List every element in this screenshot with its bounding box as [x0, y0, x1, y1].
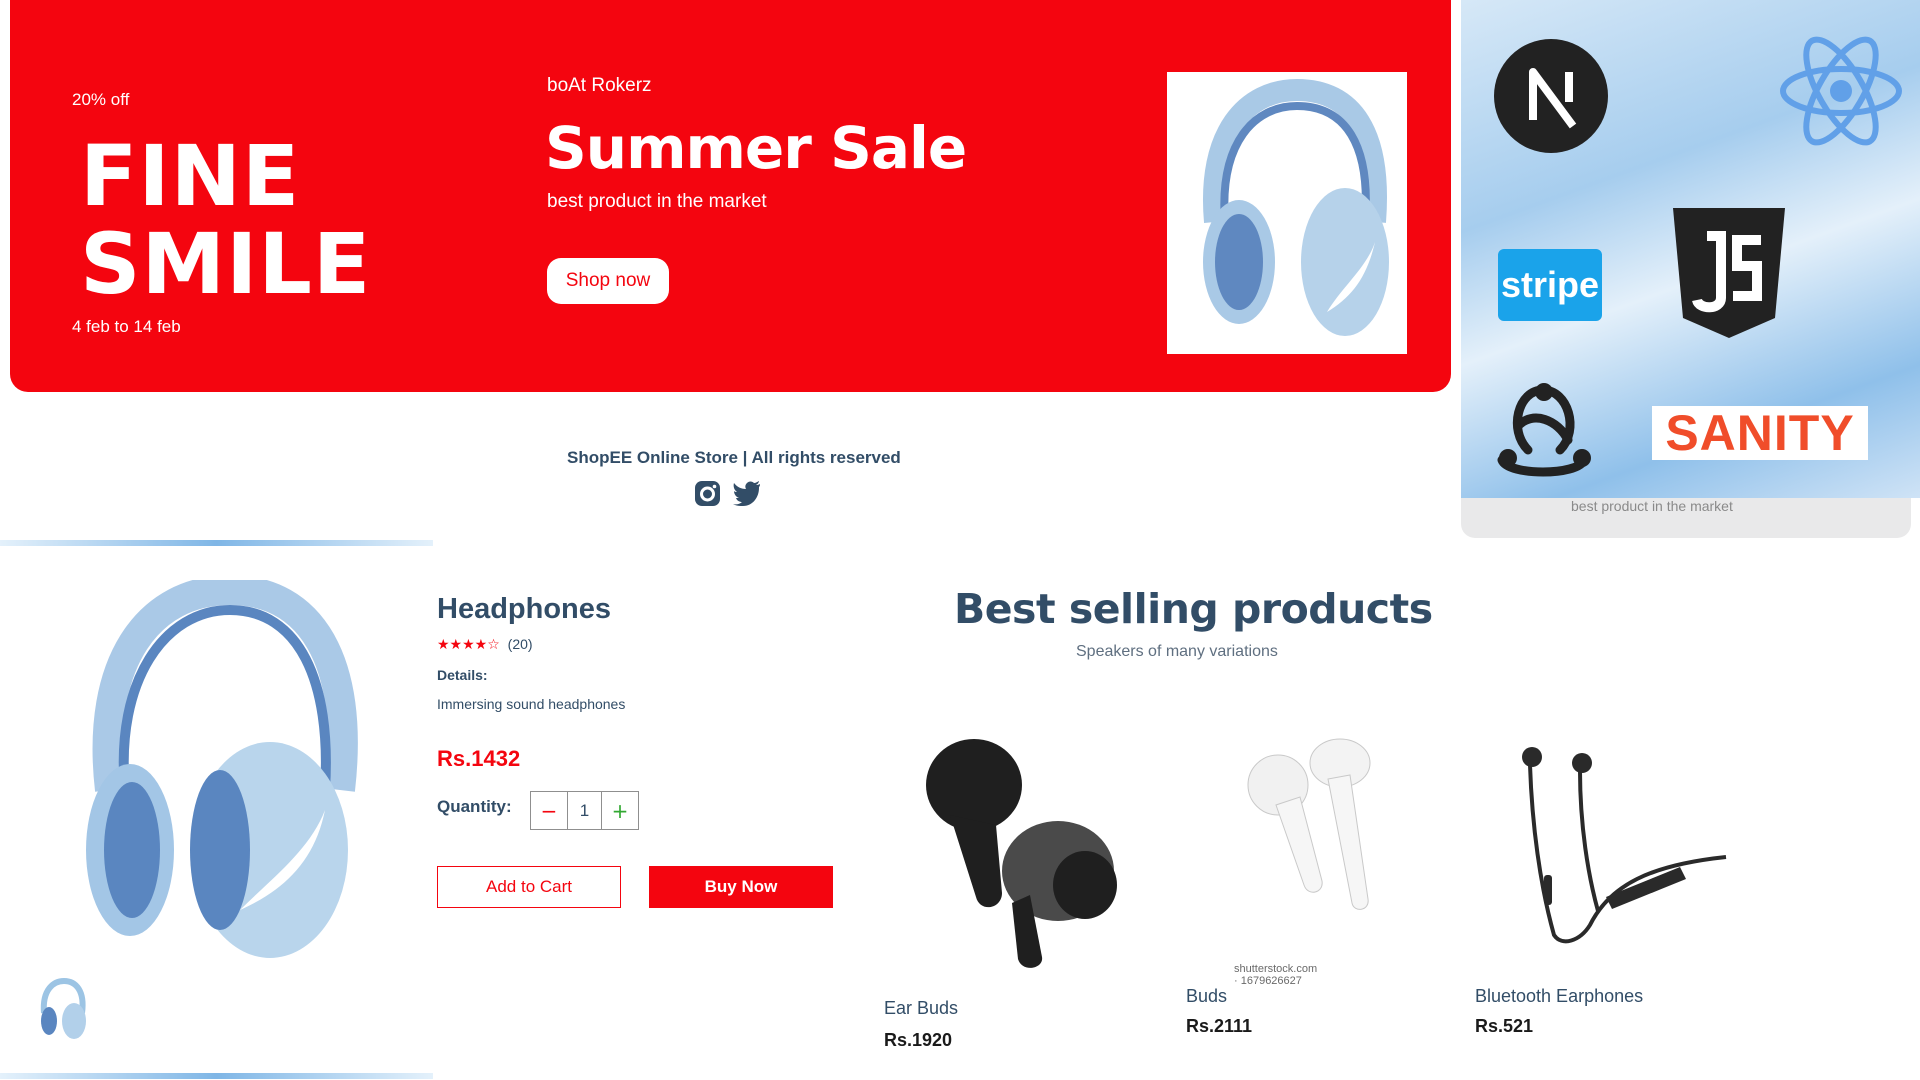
- rating-stars: ★★★★☆ (20): [437, 636, 533, 653]
- tech-panel-shadow: best product in the market: [1461, 498, 1911, 538]
- stripe-logo-text: stripe: [1500, 264, 1600, 305]
- details-label: Details:: [437, 667, 488, 683]
- hero-large-text: FINE SMILE: [80, 132, 371, 308]
- quantity-increase-button[interactable]: +: [601, 792, 638, 829]
- hero-banner: 20% off FINE SMILE 4 feb to 14 feb boAt …: [10, 0, 1451, 392]
- instagram-icon[interactable]: [694, 480, 721, 507]
- hero-large-text-2: SMILE: [80, 215, 372, 313]
- product-name: Ear Buds: [884, 998, 959, 1018]
- stripe-icon: stripe: [1498, 249, 1602, 321]
- react-icon: [1780, 36, 1902, 146]
- product-name: Buds: [1186, 986, 1228, 1006]
- best-selling-title: Best selling products: [954, 585, 1433, 633]
- product-price: Rs.1920: [884, 1030, 953, 1050]
- product-title: Headphones: [437, 593, 612, 625]
- hero-discount: 20% off: [72, 90, 130, 109]
- ear-buds-image: [926, 739, 1117, 968]
- sanity-logo-text: SANITY: [1665, 405, 1855, 461]
- shade-text: best product in the market: [1571, 498, 1733, 514]
- star-icons: ★★★★☆: [437, 636, 500, 652]
- hero-mid-text: Summer Sale: [545, 114, 967, 182]
- product-main-image: [70, 574, 370, 960]
- product-price: Rs.2111: [1186, 1016, 1253, 1036]
- quantity-stepper: − 1 +: [530, 791, 639, 830]
- sanity-icon: SANITY: [1652, 405, 1868, 461]
- product-thumbnail[interactable]: [38, 977, 88, 1041]
- quantity-value: 1: [579, 800, 590, 820]
- product-price: Rs.1432: [437, 746, 521, 771]
- social-icons: [694, 480, 761, 507]
- rating-count: (20): [507, 636, 533, 652]
- hero-product-image: [1167, 72, 1407, 354]
- buy-now-button[interactable]: Buy Now: [649, 866, 833, 908]
- quantity-label: Quantity:: [437, 797, 512, 816]
- twitter-icon[interactable]: [733, 480, 761, 506]
- javascript-icon: [1673, 208, 1785, 338]
- hero-large-text-1: FINE: [80, 127, 301, 225]
- hero-sale-time: 4 feb to 14 feb: [72, 317, 181, 336]
- product-price: Rs.521: [1475, 1016, 1534, 1036]
- section-divider-top: [0, 540, 433, 546]
- add-to-cart-button[interactable]: Add to Cart: [437, 866, 621, 908]
- hero-small-text: boAt Rokerz: [547, 75, 652, 96]
- buds-image: [1247, 738, 1371, 910]
- product-description: Immersing sound headphones: [437, 696, 626, 712]
- best-selling-subtitle: Speakers of many variations: [1076, 643, 1278, 660]
- tech-stack-panel: stripe SANITY: [1461, 0, 1920, 498]
- nextjs-icon: [1494, 39, 1608, 153]
- bluetooth-earphones-image: [1522, 747, 1727, 944]
- hero-desc: best product in the market: [547, 191, 767, 212]
- headphones-thumbnail-icon: [40, 977, 86, 1039]
- product-name: Bluetooth Earphones: [1475, 986, 1644, 1006]
- image-watermark: shutterstock.com · 1679626627: [1234, 963, 1318, 987]
- redux-icon: [1497, 383, 1591, 477]
- section-divider-bottom: [0, 1073, 433, 1079]
- footer-text: ShopEE Online Store | All rights reserve…: [567, 448, 901, 467]
- quantity-decrease-button[interactable]: −: [531, 792, 568, 829]
- headphones-icon: [1203, 78, 1389, 336]
- headphones-icon: [86, 574, 358, 958]
- shop-now-button[interactable]: Shop now: [547, 258, 669, 304]
